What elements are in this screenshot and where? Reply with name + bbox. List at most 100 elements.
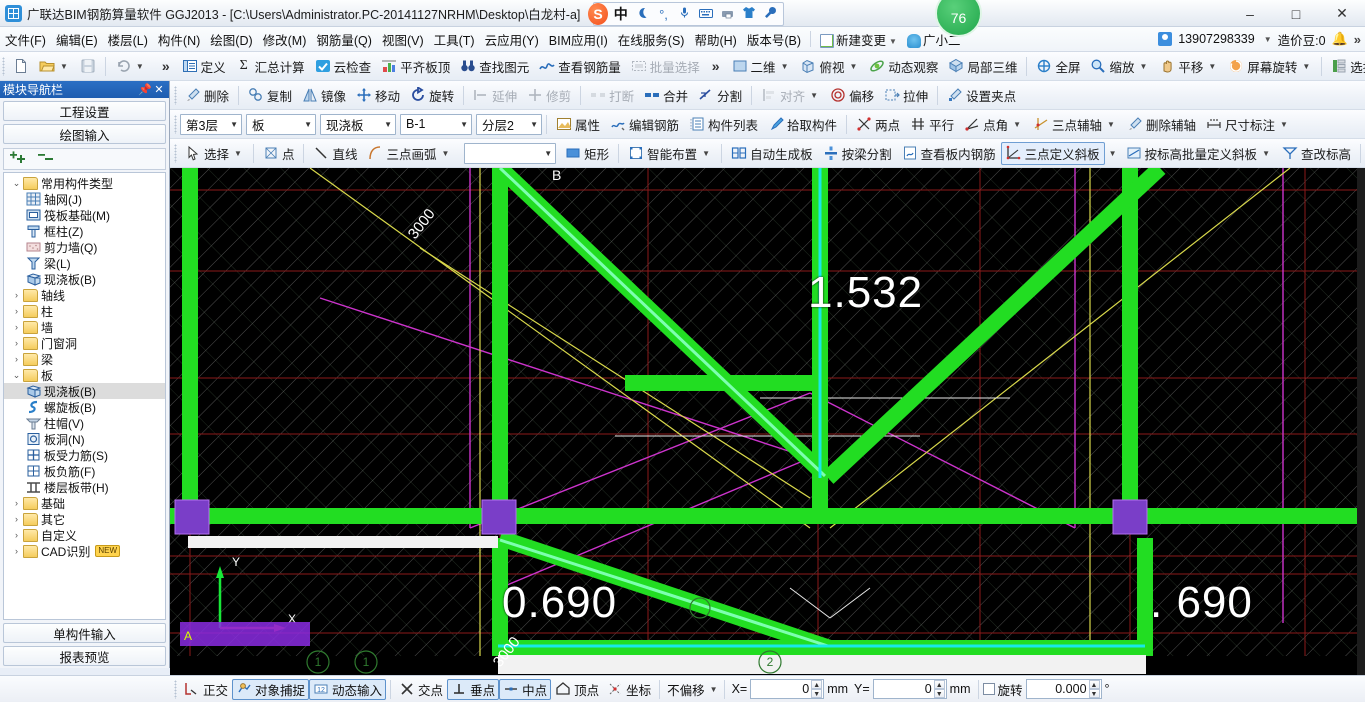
ortho-toggle[interactable]: 正交: [180, 679, 232, 700]
chevron-down-icon[interactable]: ▼: [1137, 62, 1149, 71]
draw-option-combo[interactable]: ▼: [464, 143, 556, 164]
tree-item-板受力筋s[interactable]: 板受力筋(S): [4, 447, 165, 463]
chevron-right-icon[interactable]: ›: [10, 322, 23, 332]
extend-button[interactable]: 延伸: [468, 84, 522, 107]
menu-draw[interactable]: 绘图(D): [205, 28, 257, 51]
delete-button[interactable]: 删除: [180, 84, 234, 107]
chevron-down-icon[interactable]: ▼: [232, 149, 244, 158]
tree-item-其它[interactable]: ›其它: [4, 511, 165, 527]
trim-button[interactable]: 修剪: [522, 84, 576, 107]
save-button[interactable]: [75, 55, 101, 78]
new-change-button[interactable]: 新建变更▼: [815, 28, 902, 51]
chevron-down-icon[interactable]: ▼: [439, 149, 451, 158]
chevron-right-icon[interactable]: ›: [10, 530, 23, 540]
toolbar-grip[interactable]: [2, 57, 5, 76]
ime-moon-icon[interactable]: [633, 6, 650, 23]
chevron-down-icon[interactable]: ▼: [848, 62, 860, 71]
tree-item-门窗洞[interactable]: ›门窗洞: [4, 335, 165, 351]
tree-item-剪力墙q[interactable]: 剪力墙(Q): [4, 239, 165, 255]
tree-item-螺旋板b[interactable]: 螺旋板(B): [4, 399, 165, 415]
menu-version[interactable]: 版本号(B): [742, 28, 806, 51]
local-3d-button[interactable]: 局部三维: [943, 55, 1022, 78]
statusbar-grip[interactable]: [174, 680, 177, 699]
tree-item-自定义[interactable]: ›自定义: [4, 527, 165, 543]
intersection-snap-toggle[interactable]: 交点: [395, 679, 447, 700]
x-coordinate-input[interactable]: ▲▼: [750, 679, 824, 699]
bell-icon[interactable]: 🔔: [1332, 31, 1348, 47]
three-point-slope-button[interactable]: 三点定义斜板: [1001, 142, 1105, 165]
tree-item-现浇板b[interactable]: 现浇板(B): [4, 383, 165, 399]
collapse-all-icon[interactable]: [38, 151, 56, 168]
undo-button[interactable]: ▼: [110, 55, 151, 78]
align-button[interactable]: 对齐 ▼: [756, 84, 825, 107]
split-by-beam-button[interactable]: 按梁分割: [818, 142, 897, 165]
toolbar-grip[interactable]: [174, 144, 177, 163]
tree-item-cad识别[interactable]: ›CAD识别NEW: [4, 543, 165, 559]
ime-toolbox-icon[interactable]: [719, 6, 736, 22]
tree-item-板负筋f[interactable]: 板负筋(F): [4, 463, 165, 479]
chevron-down-icon[interactable]: ▼: [58, 62, 70, 71]
break-button[interactable]: 打断: [585, 84, 639, 107]
find-element-button[interactable]: 查找图元: [455, 55, 534, 78]
tree-item-轴网j[interactable]: 轴网(J): [4, 191, 165, 207]
top-view-button[interactable]: 俯视 ▼: [795, 55, 864, 78]
chevron-right-icon[interactable]: ›: [10, 338, 23, 348]
define-button[interactable]: 定义: [177, 55, 231, 78]
y-spinner[interactable]: ▲▼: [934, 680, 945, 698]
component-name-combo[interactable]: B-1▼: [400, 114, 472, 135]
tree-item-框柱z[interactable]: 框柱(Z): [4, 223, 165, 239]
menu-view[interactable]: 视图(V): [377, 28, 429, 51]
object-snap-toggle[interactable]: 对象捕捉: [232, 679, 309, 700]
rotate-spinner-up[interactable]: ▲: [1089, 680, 1100, 689]
view-2d-button[interactable]: 二维 ▼: [727, 55, 796, 78]
y-coordinate-input[interactable]: ▲▼: [873, 679, 947, 699]
open-file-button[interactable]: ▼: [34, 55, 75, 78]
y-coordinate-field[interactable]: [874, 681, 934, 697]
chevron-right-icon[interactable]: ›: [10, 306, 23, 316]
close-button[interactable]: ✕: [1319, 0, 1365, 27]
component-type-combo[interactable]: 板▼: [246, 114, 316, 135]
drawing-input-button[interactable]: 绘图输入: [3, 124, 166, 144]
account-label[interactable]: 13907298339: [1178, 32, 1254, 46]
ime-keyboard-icon[interactable]: [698, 7, 715, 22]
chevron-right-icon[interactable]: ›: [10, 354, 23, 364]
ime-microphone-icon[interactable]: [676, 6, 693, 22]
parallel-button[interactable]: 平行: [905, 113, 959, 136]
midpoint-snap-toggle[interactable]: 中点: [499, 679, 551, 700]
close-icon[interactable]: ✕: [152, 83, 166, 96]
x-coordinate-field[interactable]: [751, 681, 811, 697]
x-spinner-down[interactable]: ▼: [811, 689, 822, 698]
menu-component[interactable]: 构件(N): [153, 28, 205, 51]
vertex-snap-toggle[interactable]: 顶点: [551, 679, 603, 700]
drawing-canvas[interactable]: 1 1 2 B 3000 3000 Y X A 1.532 0.690: [170, 168, 1365, 675]
chevron-down-icon[interactable]: ▼: [1260, 149, 1272, 158]
dimension-button[interactable]: 尺寸标注 ▼: [1201, 113, 1295, 136]
tree-item-梁[interactable]: ›梁: [4, 351, 165, 367]
chevron-right-icon[interactable]: ›: [10, 290, 23, 300]
rectangle-tool-button[interactable]: 矩形: [560, 142, 614, 165]
tree-item-筏板基础m[interactable]: 筏板基础(M): [4, 207, 165, 223]
point-tool-button[interactable]: 点: [258, 142, 300, 165]
summary-calc-button[interactable]: Σ 汇总计算: [231, 55, 310, 78]
cloud-check-button[interactable]: 云检查: [310, 55, 377, 78]
tree-item-墙[interactable]: ›墙: [4, 319, 165, 335]
chevron-right-icon[interactable]: ›: [10, 514, 23, 524]
menu-help[interactable]: 帮助(H): [689, 28, 741, 51]
three-point-slope-chevron-down-icon[interactable]: ▼: [1105, 149, 1121, 158]
single-component-input-button[interactable]: 单构件输入: [3, 623, 166, 643]
edit-rebar-button[interactable]: 编辑钢筋: [605, 113, 684, 136]
chevron-down-icon[interactable]: ▼: [1206, 62, 1218, 71]
zoom-button[interactable]: 缩放 ▼: [1085, 55, 1154, 78]
project-settings-button[interactable]: 工程设置: [3, 101, 166, 121]
view-rebar-amount-button[interactable]: 查看钢筋量: [534, 55, 626, 78]
view-slab-rebar-button[interactable]: 查看板内钢筋: [897, 142, 1001, 165]
y-spinner-down[interactable]: ▼: [934, 689, 945, 698]
chevron-down-icon[interactable]: ▼: [1300, 62, 1312, 71]
chevron-down-icon[interactable]: ▼: [700, 149, 712, 158]
chevron-down-icon[interactable]: ▼: [1105, 120, 1117, 129]
offset-mode-label[interactable]: 不偏移: [664, 680, 708, 699]
perpendicular-snap-toggle[interactable]: 垂点: [447, 679, 499, 700]
ime-toolbar[interactable]: S 中 °,: [593, 2, 784, 26]
pick-component-button[interactable]: 拾取构件: [763, 113, 842, 136]
chevron-right-icon[interactable]: ›: [10, 498, 23, 508]
